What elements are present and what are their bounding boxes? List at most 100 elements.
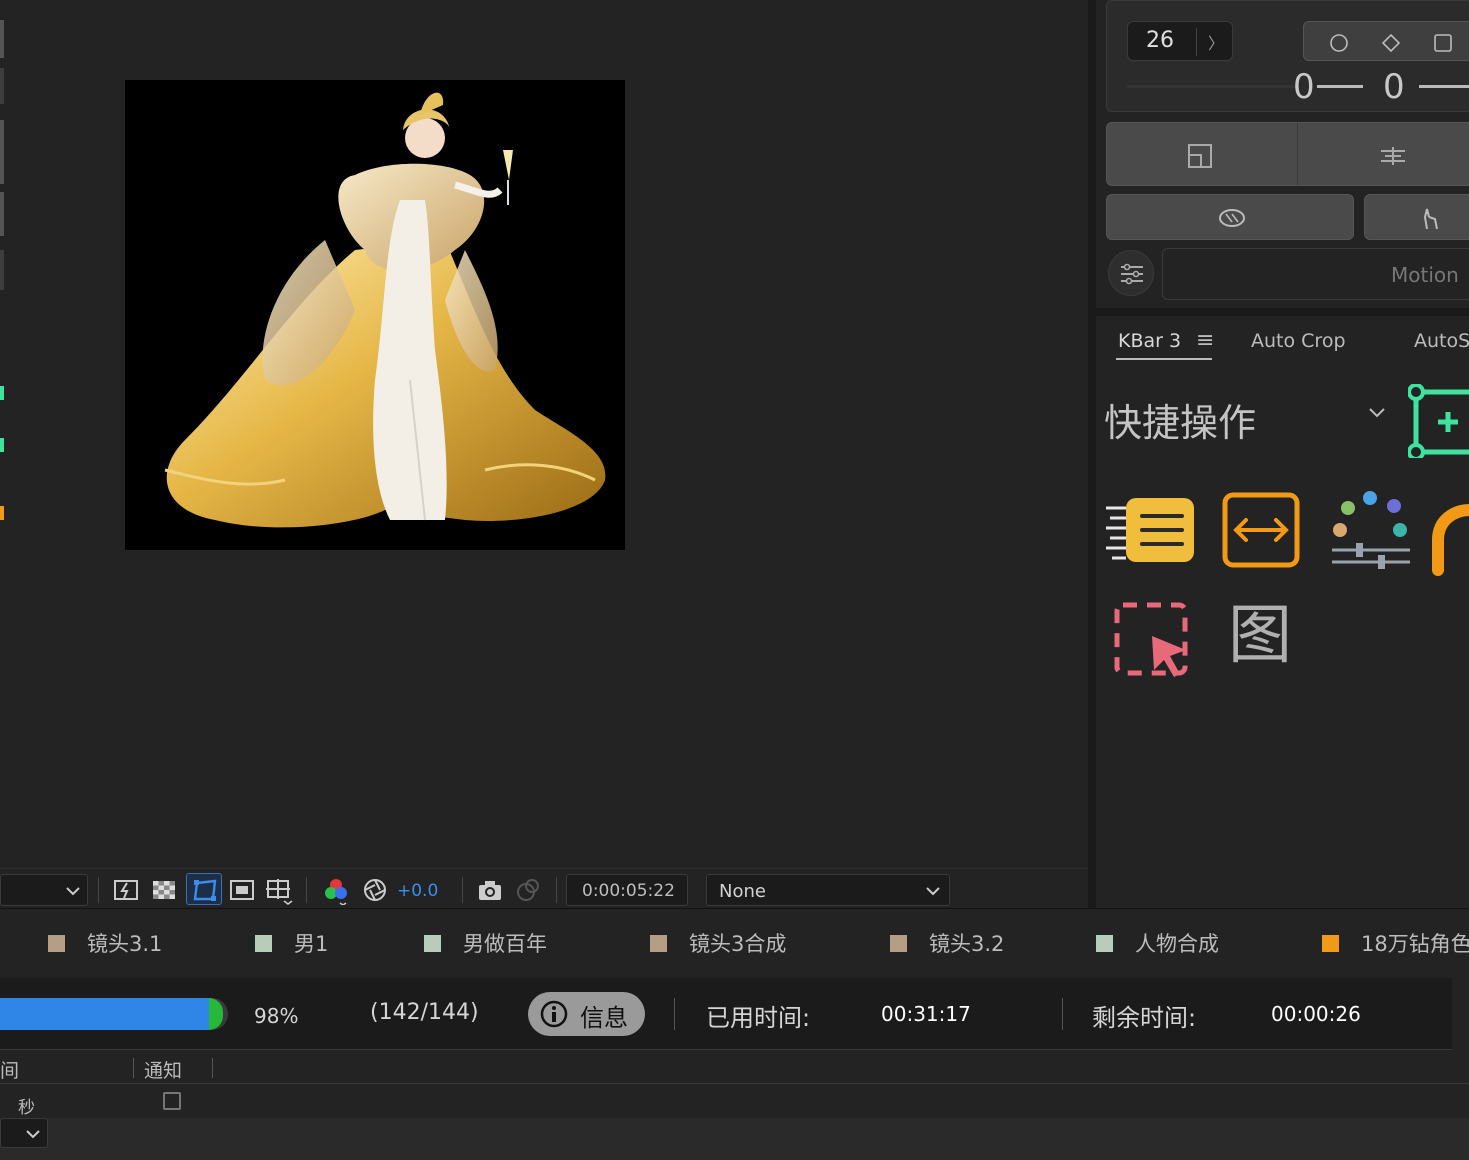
label-color-swatch <box>48 934 65 952</box>
snapshot-button[interactable] <box>476 877 504 903</box>
table-row[interactable]: 秒 <box>0 1084 1469 1118</box>
elapsed-label: 已用时间: <box>706 1004 811 1032</box>
comp-tab-label: 镜头3合成 <box>689 932 787 956</box>
settings-sliders-button[interactable] <box>1108 250 1154 296</box>
channel-select-value: None <box>719 881 766 902</box>
notify-checkbox[interactable] <box>163 1092 181 1110</box>
comp-tab[interactable]: 男1 <box>255 929 328 957</box>
panel-divider[interactable] <box>1088 0 1096 908</box>
frame-value[interactable]: 26 <box>1146 28 1174 53</box>
slider-left-value[interactable]: 0 <box>1293 67 1315 107</box>
slider-handle-line[interactable] <box>1317 85 1363 88</box>
stepper-divider <box>1196 28 1197 56</box>
mask-path-icon <box>193 879 217 901</box>
circle-icon[interactable] <box>1328 32 1350 54</box>
tab-kbar3[interactable]: KBar 3 <box>1118 330 1181 352</box>
left-panel-edge <box>0 192 4 236</box>
comp-tab-label: 镜头3.2 <box>929 932 1005 956</box>
left-panel-edge <box>0 68 4 104</box>
fast-preview-button[interactable] <box>112 877 140 903</box>
align-icon[interactable] <box>1377 141 1409 171</box>
zoom-select[interactable] <box>0 874 88 906</box>
info-icon <box>540 1000 568 1028</box>
square-icon[interactable] <box>1432 32 1454 54</box>
table-header: 间 通知 <box>0 1050 1469 1084</box>
show-snapshot-button[interactable] <box>514 877 542 903</box>
reset-exposure-button[interactable] <box>362 877 390 903</box>
frame-stepper[interactable]: 26 〉 <box>1127 21 1233 61</box>
chevron-down-icon[interactable] <box>1368 406 1386 420</box>
viewer-toolbar: +0.0 0:00:05:22 None <box>0 868 1088 908</box>
comp-tab-label: 镜头3.1 <box>87 932 163 956</box>
image-tool-icon[interactable]: 图 <box>1228 604 1292 668</box>
touch-button[interactable] <box>1364 194 1469 240</box>
column-header-time[interactable]: 间 <box>0 1056 19 1083</box>
motion-label: Motion <box>1391 263 1459 287</box>
mask-path-toggle[interactable] <box>186 873 222 905</box>
slider-right-value[interactable]: 0 <box>1383 67 1405 107</box>
motion-blur-button[interactable] <box>1106 194 1354 240</box>
tab-autosw[interactable]: AutoSv <box>1414 330 1469 352</box>
diamond-icon[interactable] <box>1380 32 1402 54</box>
anchor-frame-icon[interactable] <box>1185 141 1215 171</box>
eye-swirl-icon <box>1219 209 1245 227</box>
elapsed-value: 00:31:17 <box>881 1002 971 1026</box>
transparency-grid-button[interactable] <box>150 877 178 903</box>
render-progress-bar <box>0 998 228 1030</box>
comp-tab[interactable]: 18万钻角色 <box>1322 929 1469 957</box>
render-status-panel: 98% (142/144) 信息 已用时间: 00:31:17 剩余时间: 00… <box>0 978 1452 1050</box>
comp-tab[interactable]: 镜头3.2 <box>890 929 1004 957</box>
slider-track[interactable] <box>1127 85 1297 88</box>
show-snapshot-icon <box>517 879 539 901</box>
left-panel-edge <box>0 120 4 184</box>
composition-preview[interactable] <box>125 80 625 550</box>
active-tab-underline <box>1116 358 1212 360</box>
expand-horizontal-icon[interactable] <box>1222 492 1300 568</box>
section-title: 快捷操作 <box>1104 401 1257 445</box>
exposure-value[interactable]: +0.0 <box>397 881 438 901</box>
timecode-field[interactable]: 0:00:05:22 <box>566 874 688 906</box>
composition-viewer[interactable] <box>0 0 1088 868</box>
checkerboard-icon <box>153 881 175 899</box>
column-header-notify[interactable]: 通知 <box>144 1056 182 1083</box>
hand-pointer-icon <box>1423 208 1438 230</box>
table-row <box>0 1118 1469 1160</box>
column-divider[interactable] <box>133 1058 134 1078</box>
channel-select[interactable]: None <box>706 874 950 906</box>
color-channel-button[interactable] <box>322 877 350 906</box>
arc-tool-icon[interactable] <box>1430 500 1469 576</box>
comp-tab[interactable]: 镜头3合成 <box>650 929 786 957</box>
frames-count: (142/144) <box>370 1000 479 1025</box>
info-label: 信息 <box>580 1004 628 1032</box>
character-artwork <box>164 92 606 528</box>
toolbar-divider <box>306 877 307 903</box>
toolbar-divider <box>556 877 557 903</box>
render-queue-table: 间 通知 秒 <box>0 1050 1469 1160</box>
hamburger-menu-icon[interactable]: ≡ <box>1196 328 1214 353</box>
row-dropdown[interactable] <box>0 1118 48 1148</box>
region-icon <box>230 880 254 900</box>
color-adjust-icon[interactable] <box>1328 488 1412 572</box>
motion-button[interactable]: Motion <box>1162 248 1469 300</box>
add-frame-icon[interactable] <box>1408 384 1469 458</box>
region-of-interest-button[interactable] <box>228 877 256 903</box>
guides-grid-button[interactable] <box>264 877 293 905</box>
toolbar-divider <box>98 877 99 903</box>
status-divider <box>674 998 675 1030</box>
comp-tab[interactable]: 人物合成 <box>1096 929 1219 957</box>
slider-handle-line[interactable] <box>1419 85 1469 88</box>
comp-tab[interactable]: 男做百年 <box>424 929 547 957</box>
info-button[interactable]: 信息 <box>528 992 645 1036</box>
column-divider[interactable] <box>212 1058 213 1078</box>
selection-cursor-icon[interactable] <box>1112 600 1192 680</box>
chevron-down-icon <box>66 887 80 896</box>
left-panel-edge <box>0 20 4 58</box>
next-arrow-icon[interactable]: 〉 <box>1208 30 1224 54</box>
text-list-icon[interactable] <box>1104 494 1196 566</box>
comp-tab[interactable]: 镜头3.1 <box>48 929 162 957</box>
tab-auto-crop[interactable]: Auto Crop <box>1251 330 1346 352</box>
sliders-icon <box>1121 263 1143 285</box>
button-divider <box>1297 123 1298 185</box>
remaining-label: 剩余时间: <box>1092 1004 1197 1032</box>
tab-kbar3-label: KBar 3 <box>1118 330 1182 352</box>
